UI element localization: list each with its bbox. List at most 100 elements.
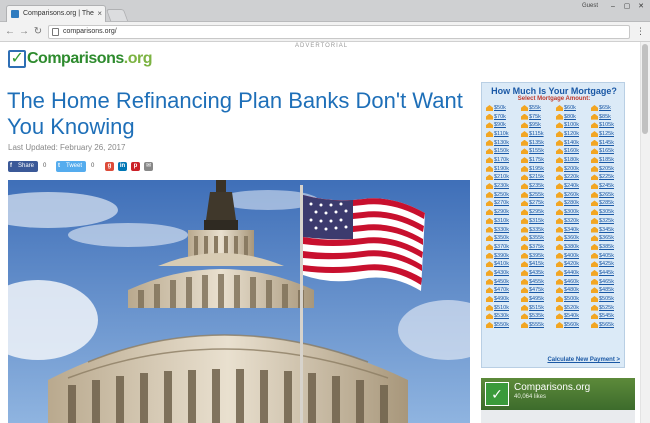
mortgage-amount-link[interactable]: $215k [520, 173, 555, 182]
mortgage-amount-link[interactable]: $245k [590, 182, 625, 191]
mortgage-amount-link[interactable]: $130k [485, 139, 520, 148]
mortgage-amount-link[interactable]: $90k [485, 121, 520, 130]
mortgage-amount-link[interactable]: $95k [520, 121, 555, 130]
mortgage-amount-link[interactable]: $380k [555, 243, 590, 252]
mortgage-amount-link[interactable]: $165k [590, 147, 625, 156]
mortgage-amount-link[interactable]: $505k [590, 295, 625, 304]
pinterest-icon[interactable]: p [131, 162, 140, 171]
mortgage-amount-link[interactable]: $280k [555, 199, 590, 208]
mortgage-amount-link[interactable]: $440k [555, 269, 590, 278]
mortgage-amount-link[interactable]: $525k [590, 304, 625, 313]
mortgage-amount-link[interactable]: $270k [485, 199, 520, 208]
mortgage-amount-link[interactable]: $205k [590, 165, 625, 174]
mortgage-amount-link[interactable]: $345k [590, 226, 625, 235]
google-plus-icon[interactable]: g [105, 162, 114, 171]
mortgage-amount-link[interactable]: $480k [555, 286, 590, 295]
mortgage-amount-link[interactable]: $535k [520, 312, 555, 321]
mortgage-amount-link[interactable]: $220k [555, 173, 590, 182]
mortgage-amount-link[interactable]: $60k [555, 104, 590, 113]
facebook-share-button[interactable]: f Share [8, 161, 38, 172]
mortgage-amount-link[interactable]: $470k [485, 286, 520, 295]
mortgage-amount-link[interactable]: $450k [485, 278, 520, 287]
mortgage-amount-link[interactable]: $50k [485, 104, 520, 113]
mortgage-amount-link[interactable]: $355k [520, 234, 555, 243]
mortgage-amount-link[interactable]: $210k [485, 173, 520, 182]
mortgage-amount-link[interactable]: $420k [555, 260, 590, 269]
mortgage-amount-link[interactable]: $395k [520, 252, 555, 261]
mortgage-amount-link[interactable]: $455k [520, 278, 555, 287]
mortgage-amount-link[interactable]: $85k [590, 113, 625, 122]
mortgage-amount-link[interactable]: $145k [590, 139, 625, 148]
mortgage-amount-link[interactable]: $490k [485, 295, 520, 304]
mortgage-amount-link[interactable]: $415k [520, 260, 555, 269]
mortgage-amount-link[interactable]: $405k [590, 252, 625, 261]
facebook-page-name[interactable]: Comparisons.org [514, 382, 590, 393]
mortgage-amount-link[interactable]: $560k [555, 321, 590, 330]
mortgage-amount-link[interactable]: $510k [485, 304, 520, 313]
mortgage-amount-link[interactable]: $370k [485, 243, 520, 252]
mortgage-amount-link[interactable]: $335k [520, 226, 555, 235]
mortgage-amount-link[interactable]: $150k [485, 147, 520, 156]
mortgage-amount-link[interactable]: $125k [590, 130, 625, 139]
mortgage-amount-link[interactable]: $515k [520, 304, 555, 313]
mortgage-amount-link[interactable]: $530k [485, 312, 520, 321]
mortgage-amount-link[interactable]: $365k [590, 234, 625, 243]
mortgage-amount-link[interactable]: $80k [555, 113, 590, 122]
page-info-icon[interactable] [52, 28, 59, 36]
mortgage-amount-link[interactable]: $325k [590, 217, 625, 226]
mortgage-amount-link[interactable]: $565k [590, 321, 625, 330]
reload-icon[interactable]: ↻ [32, 25, 44, 39]
mortgage-amount-link[interactable]: $435k [520, 269, 555, 278]
mortgage-amount-link[interactable]: $310k [485, 217, 520, 226]
mortgage-amount-link[interactable]: $160k [555, 147, 590, 156]
mortgage-amount-link[interactable]: $155k [520, 147, 555, 156]
mortgage-amount-link[interactable]: $290k [485, 208, 520, 217]
mortgage-amount-link[interactable]: $410k [485, 260, 520, 269]
mortgage-amount-link[interactable]: $375k [520, 243, 555, 252]
mortgage-amount-link[interactable]: $315k [520, 217, 555, 226]
mortgage-amount-link[interactable]: $425k [590, 260, 625, 269]
maximize-icon[interactable]: ▢ [620, 2, 634, 12]
linkedin-icon[interactable]: in [118, 162, 127, 171]
mortgage-amount-link[interactable]: $105k [590, 121, 625, 130]
mortgage-amount-link[interactable]: $465k [590, 278, 625, 287]
mortgage-amount-link[interactable]: $140k [555, 139, 590, 148]
site-logo[interactable]: ✓ Comparisons.org [8, 50, 152, 74]
mortgage-amount-link[interactable]: $190k [485, 165, 520, 174]
mortgage-amount-link[interactable]: $225k [590, 173, 625, 182]
mortgage-amount-link[interactable]: $250k [485, 191, 520, 200]
mortgage-amount-link[interactable]: $540k [555, 312, 590, 321]
browser-tab[interactable]: Comparisons.org | The × [6, 5, 106, 22]
mortgage-amount-link[interactable]: $495k [520, 295, 555, 304]
tab-close-icon[interactable]: × [97, 9, 102, 18]
mortgage-amount-link[interactable]: $75k [520, 113, 555, 122]
mortgage-amount-link[interactable]: $400k [555, 252, 590, 261]
browser-menu-icon[interactable]: ⋮ [636, 26, 645, 37]
mortgage-amount-link[interactable]: $485k [590, 286, 625, 295]
mortgage-amount-link[interactable]: $65k [590, 104, 625, 113]
mortgage-amount-link[interactable]: $445k [590, 269, 625, 278]
mortgage-amount-link[interactable]: $320k [555, 217, 590, 226]
profile-label[interactable]: Guest [582, 3, 602, 9]
mortgage-amount-link[interactable]: $475k [520, 286, 555, 295]
mortgage-amount-link[interactable]: $200k [555, 165, 590, 174]
mortgage-amount-link[interactable]: $235k [520, 182, 555, 191]
address-bar[interactable]: comparisons.org/ [48, 25, 630, 39]
mortgage-amount-link[interactable]: $240k [555, 182, 590, 191]
new-tab-button[interactable] [105, 9, 129, 21]
mortgage-amount-link[interactable]: $350k [485, 234, 520, 243]
mortgage-amount-link[interactable]: $360k [555, 234, 590, 243]
mortgage-amount-link[interactable]: $70k [485, 113, 520, 122]
mortgage-amount-link[interactable]: $295k [520, 208, 555, 217]
mortgage-amount-link[interactable]: $110k [485, 130, 520, 139]
mortgage-amount-link[interactable]: $520k [555, 304, 590, 313]
mortgage-amount-link[interactable]: $550k [485, 321, 520, 330]
scrollbar-thumb[interactable] [642, 44, 648, 134]
mortgage-amount-link[interactable]: $500k [555, 295, 590, 304]
mortgage-amount-link[interactable]: $185k [590, 156, 625, 165]
mortgage-amount-link[interactable]: $230k [485, 182, 520, 191]
mortgage-amount-link[interactable]: $195k [520, 165, 555, 174]
mortgage-amount-link[interactable]: $285k [590, 199, 625, 208]
mortgage-amount-link[interactable]: $545k [590, 312, 625, 321]
mortgage-amount-link[interactable]: $170k [485, 156, 520, 165]
